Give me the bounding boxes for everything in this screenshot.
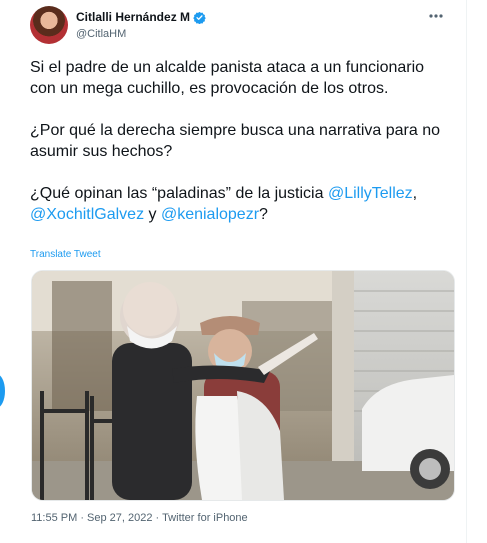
tweet-text-segment: y [144,206,161,223]
tweet-header: Citlalli Hernández M @CitlaHM [30,6,460,46]
tweet-text-segment: ¿Qué opinan las “paladinas” de la justic… [30,185,328,202]
tweet-media-image[interactable] [31,270,455,501]
tweet-paragraph: ¿Por qué la derecha siempre busca una na… [30,120,450,162]
tweet-paragraph: Si el padre de un alcalde panista ataca … [30,57,450,99]
author-handle[interactable]: @CitlaHM [76,28,126,40]
author-avatar[interactable] [30,6,68,44]
tweet-timestamp[interactable]: 11:55 PM · Sep 27, 2022 · Twitter for iP… [31,512,248,524]
author-name-row: Citlalli Hernández M [76,10,206,24]
tweet-text-segment: Si el padre de un alcalde panista ataca … [30,59,425,97]
mention-link[interactable]: @kenialopezr [161,206,259,223]
tweet-text-segment: ¿Por qué la derecha siempre busca una na… [30,122,441,160]
mention-link[interactable]: @XochitlGalvez [30,206,144,223]
tweet-text-segment: , [412,185,418,202]
media-photo [32,271,454,500]
tweet-card: Citlalli Hernández M @CitlaHM Si el padr… [0,0,467,543]
mention-link[interactable]: @LillyTellez [328,185,413,202]
translate-tweet-link[interactable]: Translate Tweet [30,249,101,260]
verified-badge-icon [193,11,206,24]
tweet-text: Si el padre de un alcalde panista ataca … [30,57,450,225]
tweet-text-segment: ? [259,206,268,223]
tweet-paragraph: ¿Qué opinan las “paladinas” de la justic… [30,183,450,225]
author-display-name[interactable]: Citlalli Hernández M [76,10,190,24]
more-options-icon[interactable] [426,8,446,24]
